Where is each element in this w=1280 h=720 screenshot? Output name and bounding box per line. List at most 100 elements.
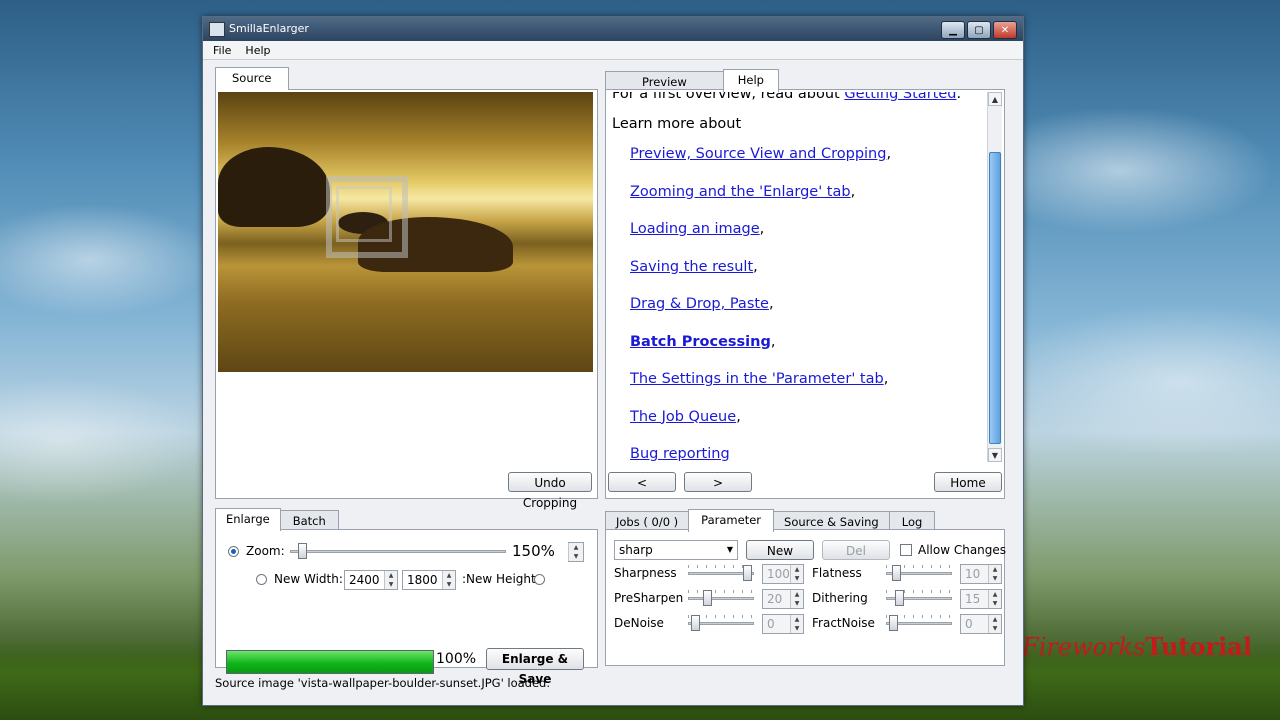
tab-enlarge[interactable]: Enlarge (215, 508, 281, 531)
param-slider-thumb[interactable] (888, 615, 898, 631)
minimize-icon[interactable]: ▁ (941, 21, 965, 39)
param-value: 15 (965, 592, 981, 606)
new-width-label: New Width: (274, 572, 343, 586)
new-width-radio[interactable] (256, 574, 267, 585)
parameter-panel: sharp ▼ New Del Allow Changes Sharpness 10… (605, 529, 1007, 666)
del-preset-button[interactable]: Del (822, 540, 890, 560)
param-label: FractNoise (812, 616, 875, 630)
spinner-arrows-icon[interactable]: ▲ ▼ (790, 565, 803, 583)
enlarge-panel: Zoom: 150% ▲ ▼ New Width: 2400 ▲ ▼ 1800 ▲ ▼ :… (215, 529, 598, 686)
new-height-radio[interactable] (534, 574, 545, 585)
tab-help[interactable]: Help (722, 69, 779, 92)
tab-source[interactable]: Source (215, 67, 289, 90)
spinner-arrows-icon[interactable]: ▲ ▼ (790, 590, 803, 608)
help-link-item: Loading an image, (630, 221, 764, 237)
param-slider-thumb[interactable] (891, 565, 901, 581)
spinner-arrows-icon[interactable]: ▲ ▼ (988, 615, 1001, 633)
param-label: Flatness (812, 566, 862, 580)
new-height-label: :New Height (462, 572, 536, 586)
link-getting-started[interactable]: Getting Started (844, 92, 956, 102)
tab-batch[interactable]: Batch (279, 510, 339, 531)
link-separator: , (759, 221, 765, 237)
window-title: SmillaEnlarger (229, 22, 309, 35)
spinner-arrows-icon[interactable]: ▲ ▼ (988, 565, 1001, 583)
help-link[interactable]: The Settings in the 'Parameter' tab (630, 371, 884, 387)
rock-shape (218, 147, 330, 227)
spinner-arrows-icon[interactable]: ▲ ▼ (790, 615, 803, 633)
back-button[interactable]: < (608, 472, 676, 492)
menu-file[interactable]: File (213, 44, 231, 57)
zoom-slider-thumb[interactable] (298, 543, 307, 559)
preset-select[interactable]: sharp ▼ (614, 540, 738, 560)
source-image[interactable] (218, 92, 593, 372)
home-button[interactable]: Home (934, 472, 1002, 492)
help-link-item: Zooming and the 'Enlarge' tab, (630, 184, 855, 200)
param-value: 10 (965, 567, 981, 581)
undo-cropping-button[interactable]: Undo Cropping (508, 472, 592, 510)
param-value: 100 (767, 567, 790, 581)
title-bar: SmillaEnlarger ▁ ▢ ✕ (203, 17, 1023, 41)
progress-text: 100% (436, 651, 477, 667)
status-bar-text: Source image 'vista-wallpaper-boulder-su… (215, 676, 550, 690)
param-value-input[interactable]: 100 ▲ ▼ (762, 564, 804, 584)
scroll-down-icon[interactable]: ▼ (988, 448, 1002, 462)
help-link[interactable]: Saving the result (630, 259, 753, 275)
param-value: 20 (767, 592, 783, 606)
source-panel: Undo Cropping (215, 89, 598, 510)
zoom-radio[interactable] (228, 546, 239, 557)
help-link[interactable]: Bug reporting (630, 446, 730, 462)
link-separator: , (886, 146, 892, 162)
param-slider-thumb[interactable] (894, 590, 904, 606)
param-value-input[interactable]: 10 ▲ ▼ (960, 564, 1002, 584)
help-panel: For a first overview, read about Getting… (605, 89, 1005, 499)
param-value-input[interactable]: 0 ▲ ▼ (762, 614, 804, 634)
param-label: Sharpness (614, 566, 677, 580)
enlarge-save-button[interactable]: Enlarge & Save (486, 648, 584, 686)
param-value: 0 (965, 617, 973, 631)
height-input[interactable]: 1800 ▲ ▼ (402, 570, 456, 590)
help-link[interactable]: Preview, Source View and Cropping (630, 146, 886, 162)
help-link[interactable]: Batch Processing (630, 334, 771, 350)
help-link[interactable]: Zooming and the 'Enlarge' tab (630, 184, 851, 200)
link-separator: , (736, 408, 741, 425)
link-separator: , (883, 371, 889, 387)
help-link[interactable]: The Job Queue (630, 409, 736, 425)
scroll-up-icon[interactable]: ▲ (988, 92, 1002, 106)
help-link-item: Preview, Source View and Cropping, (630, 146, 891, 162)
param-slider-thumb[interactable] (690, 615, 700, 631)
help-link-item: Drag & Drop, Paste, (630, 296, 774, 312)
help-link[interactable]: Drag & Drop, Paste (630, 296, 769, 312)
progress-fill (227, 651, 433, 673)
param-label: PreSharpen (614, 591, 684, 605)
help-link[interactable]: Loading an image (630, 221, 760, 237)
param-slider-ticks (688, 590, 754, 593)
link-separator: , (850, 183, 856, 200)
app-window: SmillaEnlarger ▁ ▢ ✕ File Help Source Un… (202, 16, 1024, 706)
maximize-icon[interactable]: ▢ (967, 21, 991, 39)
width-input[interactable]: 2400 ▲ ▼ (344, 570, 398, 590)
crop-inner (336, 186, 392, 242)
menu-bar: File Help (203, 41, 1023, 60)
menu-help[interactable]: Help (245, 44, 270, 57)
param-value-input[interactable]: 0 ▲ ▼ (960, 614, 1002, 634)
spinner-arrows-icon[interactable]: ▲ ▼ (988, 590, 1001, 608)
param-slider-thumb[interactable] (743, 565, 753, 581)
forward-button[interactable]: > (684, 472, 752, 492)
new-preset-button[interactable]: New (746, 540, 814, 560)
watermark: FireworksTutorial (1022, 632, 1252, 661)
zoom-slider-track[interactable] (290, 550, 506, 553)
tab-parameter[interactable]: Parameter (688, 509, 775, 532)
param-value-input[interactable]: 20 ▲ ▼ (762, 589, 804, 609)
param-label: Dithering (812, 591, 868, 605)
param-value-input[interactable]: 15 ▲ ▼ (960, 589, 1002, 609)
param-slider-track[interactable] (688, 597, 754, 600)
allow-changes-checkbox[interactable] (900, 544, 912, 556)
help-link-item: Bug reporting (630, 446, 730, 462)
help-scrollbar[interactable]: ▲ ▼ (987, 92, 1002, 462)
param-slider-thumb[interactable] (702, 590, 712, 606)
zoom-spinner[interactable]: ▲ ▼ (568, 542, 584, 562)
allow-changes-label: Allow Changes (918, 543, 1007, 557)
close-icon[interactable]: ✕ (993, 21, 1017, 39)
app-icon (209, 22, 225, 37)
scroll-thumb[interactable] (989, 152, 1001, 444)
